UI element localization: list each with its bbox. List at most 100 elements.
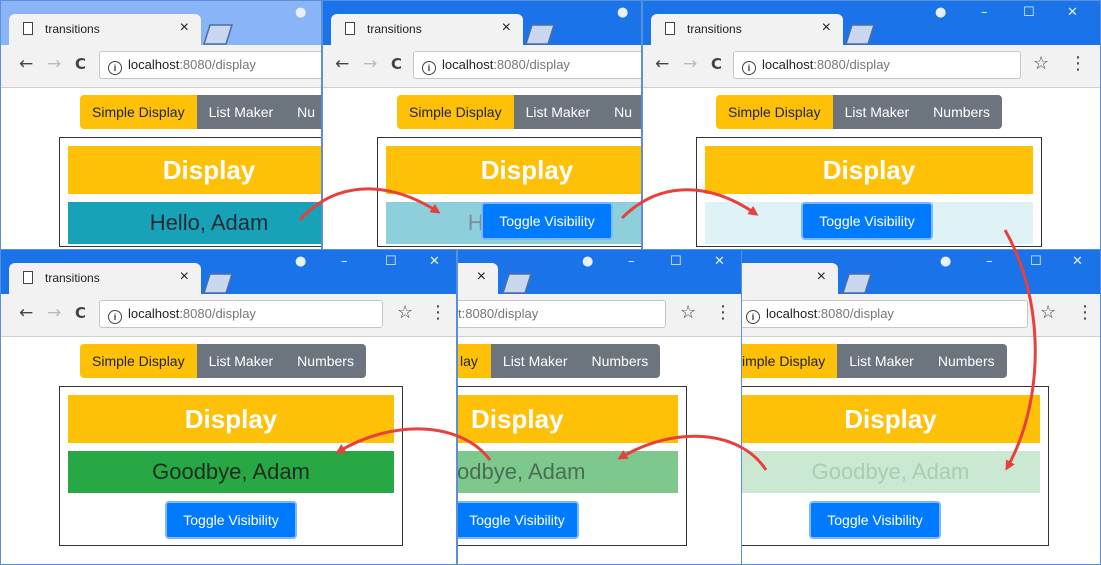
browser-tab[interactable]: transitions × [9, 263, 201, 294]
forward-icon[interactable]: → [47, 54, 61, 74]
page-content: Simple Display List Maker Numbers Displa… [643, 88, 1100, 249]
close-window-icon[interactable]: ✕ [429, 254, 440, 269]
address-bar[interactable]: i localhost:8080/display [413, 51, 641, 79]
menu-icon[interactable]: ⋮ [1076, 302, 1094, 323]
browser-tab[interactable]: transitions × [9, 14, 201, 45]
nav-list-maker[interactable]: List Maker [490, 344, 580, 378]
address-bar[interactable]: i localhost:8080/display [99, 300, 383, 328]
back-icon[interactable]: ← [19, 54, 33, 74]
nav-simple-display[interactable]: Simple Display [716, 95, 833, 129]
profile-icon[interactable]: ● [295, 5, 306, 20]
tab-close-icon[interactable]: × [180, 19, 189, 37]
forward-icon[interactable]: → [363, 54, 377, 74]
tab-close-icon[interactable]: × [477, 268, 486, 286]
nav-simple-display[interactable]: Simple Display [80, 95, 197, 129]
address-bar[interactable]: i localhost:8080/display [733, 51, 1021, 79]
new-tab-button[interactable] [500, 272, 534, 294]
nav-numbers[interactable]: Numbers [579, 344, 661, 378]
tab-close-icon[interactable]: × [822, 19, 831, 37]
nav-numbers[interactable]: Nu [602, 95, 641, 129]
bookmark-star-icon[interactable]: ☆ [680, 302, 696, 323]
tab-close-icon[interactable]: × [817, 268, 826, 286]
bookmark-star-icon[interactable]: ☆ [1040, 302, 1056, 323]
nav-numbers[interactable]: Numbers [285, 344, 366, 378]
browser-toolbar: ← → C i localhost:8080/display ☆ ⋮ [1, 294, 456, 337]
nav-list-maker[interactable]: List Maker [196, 344, 286, 378]
nav-numbers[interactable]: Nu [285, 95, 321, 129]
browser-tab[interactable]: × [742, 263, 838, 294]
nav-simple-display[interactable]: Simple Display [80, 344, 197, 378]
nav-numbers[interactable]: Numbers [925, 344, 1007, 378]
reload-icon[interactable]: C [75, 55, 86, 73]
minimize-icon[interactable]: – [628, 254, 635, 269]
browser-tab[interactable]: × [458, 263, 498, 294]
nav-simple-display[interactable]: imple Display [742, 344, 838, 378]
close-window-icon[interactable]: ✕ [1072, 254, 1083, 269]
reload-icon[interactable]: C [711, 55, 722, 73]
reload-icon[interactable]: C [391, 55, 402, 73]
minimize-icon[interactable]: – [981, 5, 988, 20]
new-tab-button[interactable] [843, 23, 877, 45]
address-bar[interactable]: t:8080/display [458, 300, 666, 328]
toggle-visibility-button[interactable]: Toggle Visibility [809, 501, 941, 539]
forward-icon[interactable]: → [683, 54, 697, 74]
profile-icon[interactable]: ● [582, 254, 593, 269]
toggle-visibility-button[interactable]: Toggle Visibility [481, 202, 613, 240]
new-tab-button[interactable] [840, 272, 874, 294]
back-icon[interactable]: ← [655, 54, 669, 74]
url-host: localhost [766, 306, 818, 321]
url-path: :8080/display [179, 57, 256, 72]
new-tab-button[interactable] [523, 23, 557, 45]
nav-simple-display[interactable]: lay [458, 344, 491, 378]
toggle-visibility-button[interactable]: Toggle Visibility [801, 202, 933, 240]
page-content: imple Display List Maker Numbers Display… [742, 337, 1100, 564]
nav-list-maker[interactable]: List Maker [832, 95, 922, 129]
nav-button-group: Simple Display List Maker Numbers [80, 344, 366, 378]
forward-icon[interactable]: → [47, 303, 61, 323]
profile-icon[interactable]: ● [617, 5, 628, 20]
browser-tab[interactable]: transitions × [331, 14, 523, 45]
new-tab-button[interactable] [201, 23, 235, 45]
reload-icon[interactable]: C [75, 304, 86, 322]
profile-icon[interactable]: ● [935, 5, 946, 20]
minimize-icon[interactable]: – [341, 254, 348, 269]
nav-button-group: Simple Display List Maker Nu [397, 95, 641, 129]
maximize-icon[interactable]: ☐ [1023, 5, 1035, 20]
bookmark-star-icon[interactable]: ☆ [397, 302, 413, 323]
maximize-icon[interactable]: ☐ [670, 254, 682, 269]
url-path: :8080/display [813, 57, 890, 72]
tab-close-icon[interactable]: × [180, 268, 189, 286]
maximize-icon[interactable]: ☐ [385, 254, 397, 269]
url-host: localhost [762, 57, 814, 72]
profile-icon[interactable]: ● [940, 254, 951, 269]
menu-icon[interactable]: ⋮ [1069, 53, 1087, 74]
maximize-icon[interactable]: ☐ [1030, 254, 1042, 269]
back-icon[interactable]: ← [19, 303, 33, 323]
menu-icon[interactable]: ⋮ [714, 302, 732, 323]
tab-close-icon[interactable]: × [502, 19, 511, 37]
back-icon[interactable]: ← [335, 54, 349, 74]
display-header: Display [386, 146, 641, 194]
toggle-visibility-button[interactable]: Toggle Visibility [165, 501, 297, 539]
page-icon [23, 22, 33, 35]
nav-list-maker[interactable]: List Maker [196, 95, 286, 129]
address-bar[interactable]: i localhost:8080/display [99, 51, 321, 79]
message-hello: Hello, Adam [68, 202, 321, 244]
close-window-icon[interactable]: ✕ [714, 254, 725, 269]
nav-list-maker[interactable]: List Maker [837, 344, 926, 378]
browser-tab[interactable]: transitions × [651, 14, 843, 45]
bookmark-star-icon[interactable]: ☆ [1033, 53, 1049, 74]
nav-simple-display[interactable]: Simple Display [397, 95, 514, 129]
tab-title: transitions [45, 22, 100, 36]
tab-title: transitions [367, 22, 422, 36]
display-header: Display [705, 146, 1033, 194]
toggle-visibility-button[interactable]: Toggle Visibility [458, 501, 579, 539]
profile-icon[interactable]: ● [295, 254, 306, 269]
nav-numbers[interactable]: Numbers [921, 95, 1002, 129]
new-tab-button[interactable] [201, 272, 235, 294]
nav-list-maker[interactable]: List Maker [513, 95, 603, 129]
address-bar[interactable]: i localhost:8080/display [742, 300, 1028, 328]
close-window-icon[interactable]: ✕ [1067, 5, 1078, 20]
menu-icon[interactable]: ⋮ [429, 302, 447, 323]
minimize-icon[interactable]: – [986, 254, 993, 269]
